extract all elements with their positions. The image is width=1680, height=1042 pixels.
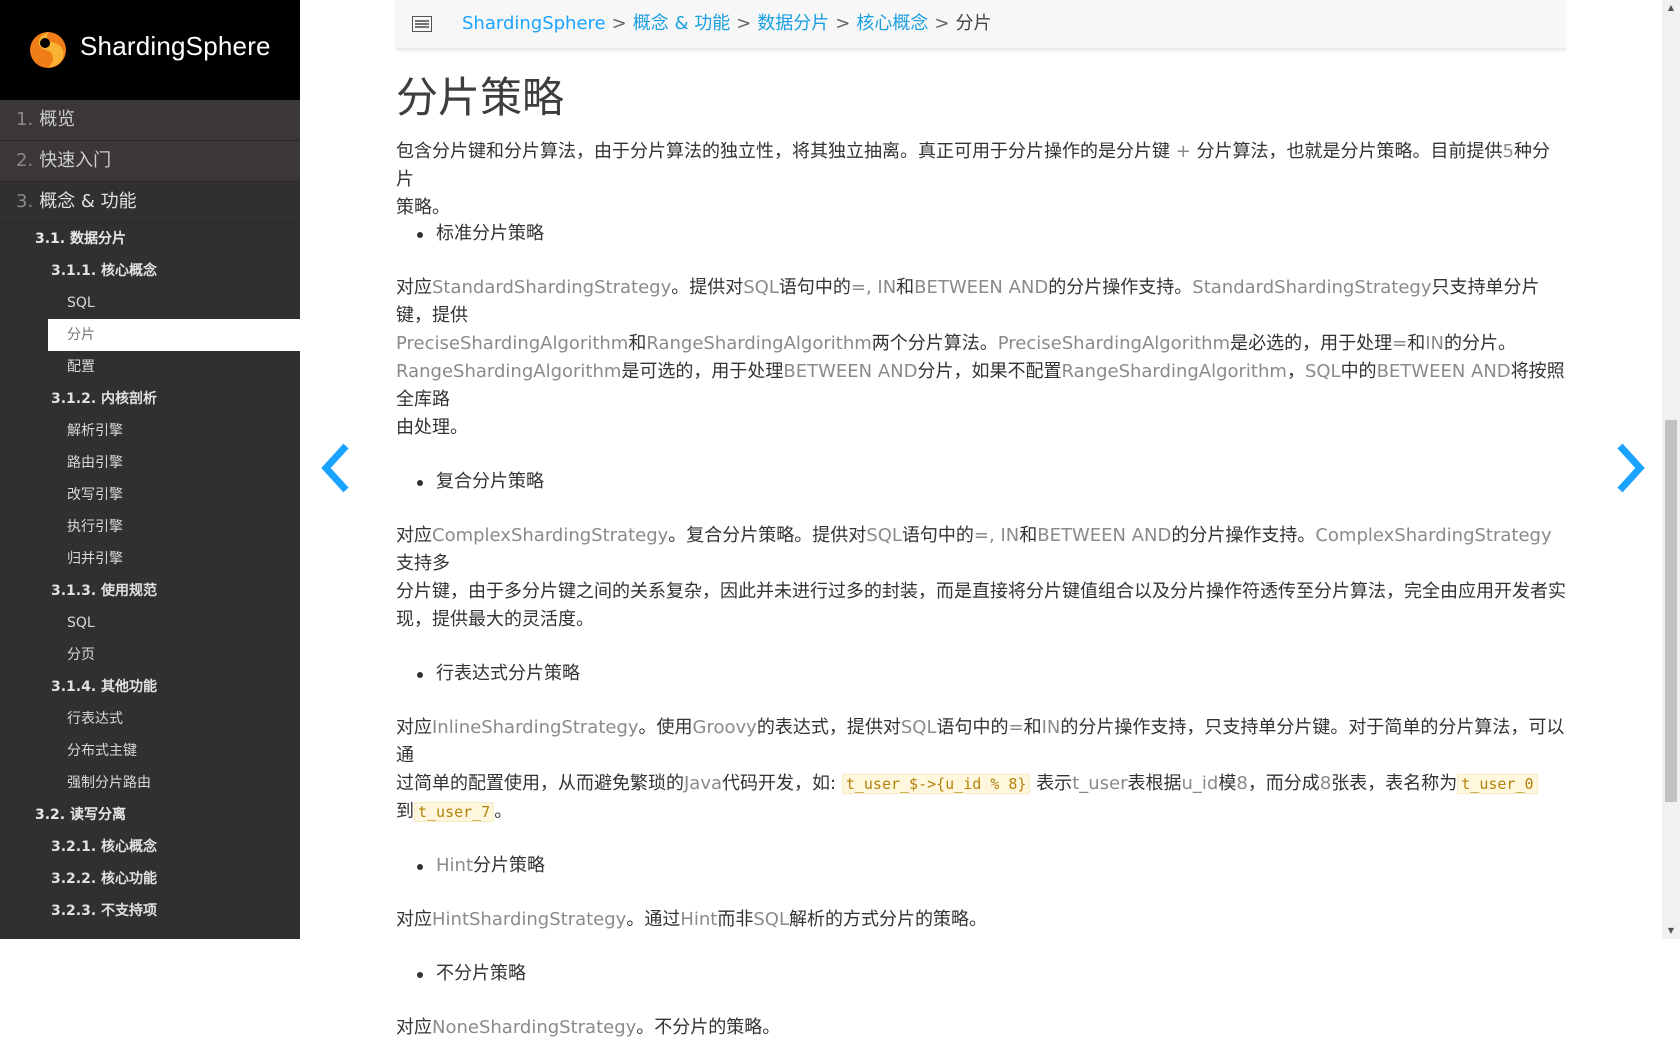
sidebar-tree-item[interactable]: 3.2. 读写分离 [0,799,300,831]
list-item-complex: 复合分片策略 [396,468,1566,496]
breadcrumb-separator: > [934,13,950,34]
page-title: 分片策略 [396,73,565,122]
logo-text: ShardingSphere [80,31,271,61]
sidebar-tree-item[interactable]: 执行引擎 [0,511,300,543]
main-content: ShardingSphere > 概念 & 功能 > 数据分片 > 核心概念 > 分片 分片策略… [396,0,1566,1038]
list-item-none: 不分片策略 [396,960,1566,988]
paragraph-hint: 对应HintShardingStrategy。通过Hint而非SQL解析的方式分… [396,909,987,930]
list-item-standard: 标准分片策略 [396,220,1566,248]
sidebar-tree-item[interactable]: 改写引擎 [0,479,300,511]
sidebar-tree-item[interactable]: 3.2.2. 核心功能 [0,863,300,895]
sidebar-item-label: 概览 [39,109,76,130]
sidebar-tree-item[interactable]: 路由引擎 [0,447,300,479]
top-bar: ShardingSphere > 概念 & 功能 > 数据分片 > 核心概念 > 分片 [396,0,1566,49]
breadcrumb-link-core-concepts[interactable]: 核心概念 [856,13,928,34]
sidebar-item-number: 1. [16,109,34,130]
sidebar-tree-item[interactable]: 3.1.4. 其他功能 [0,671,300,703]
breadcrumb-link-shardingsphere[interactable]: ShardingSphere [462,13,606,34]
sidebar-tree-item[interactable]: 3.1.3. 使用规范 [0,575,300,607]
intro-paragraph: 包含分片键和分片算法，由于分片算法的独立性，将其独立抽离。真正可用于分片操作的是… [396,141,1550,218]
breadcrumb-link-sharding[interactable]: 数据分片 [757,13,829,34]
sharding-sphere-logo-icon [30,32,66,68]
breadcrumb-current: 分片 [955,13,992,34]
chevron-right-icon[interactable] [1612,442,1648,494]
sidebar-tree-item[interactable]: 行表达式 [0,703,300,735]
list-item-hint: Hint分片策略 [396,852,1566,880]
sidebar-tree-item[interactable]: 3.1. 数据分片 [0,223,300,255]
sidebar-item-label: 快速入门 [39,150,112,171]
article-body: 包含分片键和分片算法，由于分片算法的独立性，将其独立抽离。真正可用于分片操作的是… [396,138,1566,1042]
sidebar-top-item[interactable]: 1. 概览 [0,100,300,141]
scroll-up-icon[interactable]: ▲ [1662,0,1680,16]
menu-icon[interactable] [412,16,432,32]
breadcrumb-separator: > [736,13,752,34]
sidebar-top-item[interactable]: 3. 概念 & 功能 [0,182,300,223]
sidebar-item-number: 2. [16,150,34,171]
breadcrumb: ShardingSphere > 概念 & 功能 > 数据分片 > 核心概念 > 分片 [462,0,991,48]
sidebar-item-label: 概念 & 功能 [39,191,137,212]
sidebar: ShardingSphere 1. 概览 2. 快速入门 3. 概念 & 功能 3.1. … [0,0,300,939]
paragraph-complex: 对应ComplexShardingStrategy。复合分片策略。提供对SQL语… [396,525,1566,630]
scroll-down-icon[interactable]: ▼ [1662,923,1680,939]
sidebar-tree-item[interactable]: 3.1.2. 内核剖析 [0,383,300,415]
sidebar-tree-item[interactable]: 3.2.1. 核心概念 [0,831,300,863]
list-item-inline: 行表达式分片策略 [396,660,1566,688]
breadcrumb-separator: > [611,13,627,34]
paragraph-standard: 对应StandardShardingStrategy。提供对SQL语句中的=, … [396,277,1565,438]
sidebar-tree-item[interactable]: SQL [0,607,300,639]
paragraph-none: 对应NoneShardingStrategy。不分片的策略。 [396,1017,781,1038]
sidebar-tree-item[interactable]: 3.2.3. 不支持项 [0,895,300,927]
paragraph-inline: 对应InlineShardingStrategy。使用Groovy的表达式，提供… [396,717,1565,822]
sidebar-tree-item[interactable]: 强制分片路由 [0,767,300,799]
sidebar-tree-item[interactable]: SQL [0,287,300,319]
sidebar-tree-item[interactable]: 归并引擎 [0,543,300,575]
breadcrumb-link-concepts[interactable]: 概念 & 功能 [633,13,730,34]
sidebar-tree-item[interactable]: 3.1.1. 核心概念 [0,255,300,287]
sidebar-tree-item[interactable]: 分页 [0,639,300,671]
inline-code-table-first: t_user_0 [1457,774,1538,794]
sidebar-tree-item[interactable]: 配置 [0,351,300,383]
inline-code-expression: t_user_$->{u_id % 8} [841,774,1031,794]
chevron-left-icon[interactable] [318,442,354,494]
breadcrumb-separator: > [835,13,851,34]
sidebar-tree-item-selected[interactable]: 分片 [48,319,300,351]
logo[interactable]: ShardingSphere [0,0,300,100]
sidebar-item-number: 3. [16,191,34,212]
sidebar-top-item[interactable]: 2. 快速入门 [0,141,300,182]
inline-code-table-last: t_user_7 [414,802,495,822]
scrollbar-thumb[interactable] [1665,420,1677,802]
sidebar-tree-item[interactable]: 分布式主键 [0,735,300,767]
sidebar-tree-item[interactable]: 解析引擎 [0,415,300,447]
